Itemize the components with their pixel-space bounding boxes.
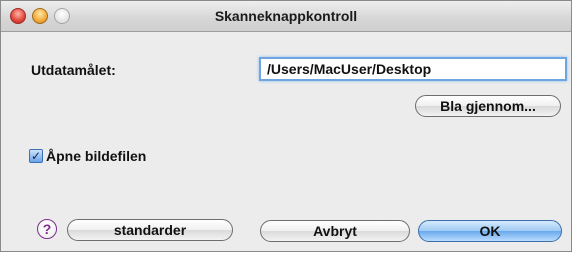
help-icon[interactable]: ? <box>37 219 57 239</box>
dialog-content: Utdatamålet: /Users/MacUser/Desktop Bla … <box>1 32 571 251</box>
open-image-label: Åpne bildefilen <box>46 148 147 164</box>
window-title: Skanneknappkontroll <box>214 8 358 24</box>
browse-button[interactable]: Bla gjennom... <box>415 95 561 117</box>
dialog-window: Skanneknappkontroll Utdatamålet: /Users/… <box>0 0 572 252</box>
title-bar[interactable]: Skanneknappkontroll <box>1 1 571 32</box>
cancel-button[interactable]: Avbryt <box>260 220 410 242</box>
ok-button[interactable]: OK <box>418 220 562 242</box>
output-destination-label: Utdatamålet: <box>31 62 116 78</box>
output-path-field[interactable]: /Users/MacUser/Desktop <box>259 57 567 81</box>
open-image-checkbox[interactable]: ✓ <box>29 149 43 163</box>
defaults-button[interactable]: standarder <box>67 219 233 241</box>
